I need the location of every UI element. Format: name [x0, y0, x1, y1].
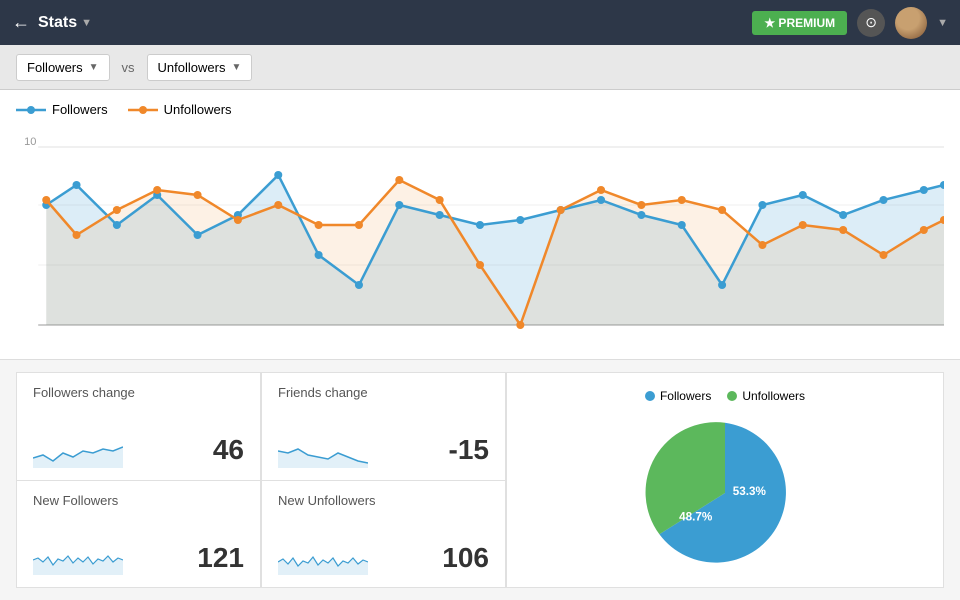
svg-text:10: 10 [24, 136, 36, 148]
friends-change-card: Friends change -15 [261, 372, 506, 481]
pie-chart: 53.3% 48.7% [635, 415, 815, 571]
new-followers-value: 121 [197, 542, 244, 574]
friends-change-sparkline [278, 433, 368, 468]
back-button[interactable]: ← [12, 12, 30, 33]
stats-section: Followers change 46 Friends change -15 [0, 360, 960, 600]
chart-area: Followers Unfollowers 10 [0, 90, 960, 360]
legend-unfollowers-label: Unfollowers [164, 102, 232, 117]
followers-change-value: 46 [213, 434, 244, 466]
friends-change-value: -15 [449, 434, 489, 466]
stat-cards: Followers change 46 Friends change -15 [16, 372, 506, 588]
followers-change-sparkline [33, 433, 123, 468]
chart-legend: Followers Unfollowers [16, 102, 944, 117]
pie-unfollowers-pct-text: 48.7% [679, 510, 713, 523]
followers-change-row: 46 [33, 433, 244, 468]
pie-unfollowers-label: Unfollowers [742, 389, 805, 403]
unfollowers-line-icon [128, 104, 158, 116]
metric2-dropdown[interactable]: Unfollowers ▼ [147, 54, 253, 81]
pie-legend-followers: Followers [645, 389, 711, 403]
new-unfollowers-value: 106 [442, 542, 489, 574]
followers-dot [645, 391, 655, 401]
pie-legend-unfollowers: Unfollowers [727, 389, 805, 403]
metric1-label: Followers [27, 60, 83, 75]
new-followers-card: New Followers 121 [16, 481, 261, 589]
unfollowers-dot [727, 391, 737, 401]
pie-legend: Followers Unfollowers [645, 389, 805, 403]
new-followers-label: New Followers [33, 493, 244, 508]
refresh-icon[interactable]: ⊙ [857, 9, 885, 37]
vs-label: vs [122, 60, 135, 75]
title-text: Stats [38, 14, 77, 32]
controls-bar: Followers ▼ vs Unfollowers ▼ [0, 45, 960, 90]
friends-change-label: Friends change [278, 385, 489, 400]
main-chart: 10 [16, 125, 944, 335]
followers-change-label: Followers change [33, 385, 244, 400]
new-unfollowers-card: New Unfollowers 106 [261, 481, 506, 589]
account-dropdown-arrow[interactable]: ▼ [937, 17, 948, 29]
metric1-dropdown[interactable]: Followers ▼ [16, 54, 110, 81]
legend-followers-label: Followers [52, 102, 108, 117]
new-unfollowers-sparkline [278, 540, 368, 575]
new-followers-sparkline [33, 540, 123, 575]
pie-chart-area: Followers Unfollowers 53.3% 48.7% [506, 372, 944, 588]
metric2-arrow-icon: ▼ [231, 62, 241, 73]
title-arrow-icon[interactable]: ▼ [81, 17, 92, 29]
legend-followers: Followers [16, 102, 108, 117]
header-title: Stats ▼ [38, 14, 92, 32]
header-left: ← Stats ▼ [12, 12, 92, 33]
header-right: ★ PREMIUM ⊙ ▼ [752, 7, 948, 39]
pie-followers-label: Followers [660, 389, 711, 403]
pie-followers-pct-text: 53.3% [733, 485, 767, 498]
friends-change-row: -15 [278, 433, 489, 468]
avatar[interactable] [895, 7, 927, 39]
metric2-label: Unfollowers [158, 60, 226, 75]
metric1-arrow-icon: ▼ [89, 62, 99, 73]
new-unfollowers-row: 106 [278, 540, 489, 575]
header: ← Stats ▼ ★ PREMIUM ⊙ ▼ [0, 0, 960, 45]
new-unfollowers-label: New Unfollowers [278, 493, 489, 508]
legend-unfollowers: Unfollowers [128, 102, 232, 117]
premium-button[interactable]: ★ PREMIUM [752, 11, 847, 35]
new-followers-row: 121 [33, 540, 244, 575]
followers-line-icon [16, 104, 46, 116]
chart-container: 10 [16, 125, 944, 335]
followers-change-card: Followers change 46 [16, 372, 261, 481]
